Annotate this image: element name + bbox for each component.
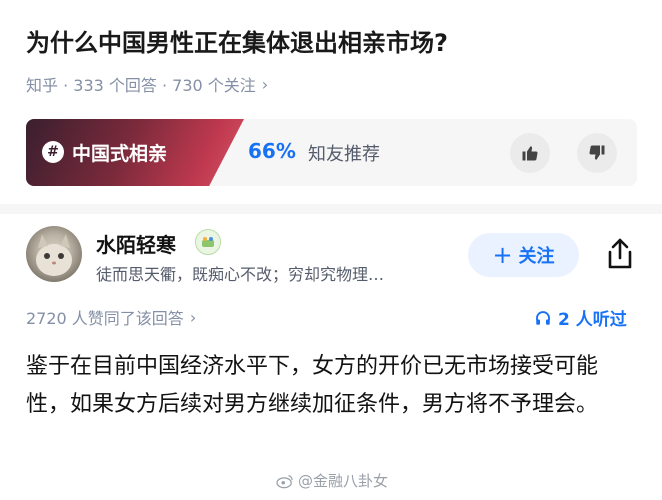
topic-name: 中国式相亲: [72, 143, 168, 165]
headphones-icon: [536, 310, 550, 325]
cat-avatar-image: [36, 234, 72, 276]
watermark: @金融八卦女: [276, 470, 388, 491]
downvote-button[interactable]: [577, 133, 617, 173]
upvote-count-text: 2720 人赞同了该回答: [26, 309, 184, 328]
watermark-text: @金融八卦女: [298, 472, 389, 490]
topic-chip[interactable]: # 中国式相亲: [26, 119, 244, 186]
avatar[interactable]: [26, 226, 82, 282]
question-title: 为什么中国男性正在集体退出相亲市场?: [26, 29, 448, 57]
chevron-right-icon: ›: [261, 74, 269, 94]
chevron-right-icon: ›: [189, 307, 197, 327]
section-divider: [0, 204, 662, 214]
author-name[interactable]: 水陌轻寒: [96, 229, 176, 258]
listen-count[interactable]: 2 人听过: [534, 305, 627, 330]
upvote-button[interactable]: [510, 133, 550, 173]
author-bio: 徒而思天衢，既痴心不改；穷却究物理…: [96, 265, 385, 284]
recommend-label: 知友推荐: [308, 144, 380, 165]
upvote-count[interactable]: 2720 人赞同了该回答 ›: [26, 305, 196, 329]
question-meta-text: 知乎 · 333 个回答 · 730 个关注: [26, 76, 256, 95]
plus-icon: +: [492, 241, 513, 269]
listen-count-text: 2 人听过: [558, 310, 627, 330]
share-icon[interactable]: [603, 236, 637, 272]
follow-label: 关注: [518, 246, 555, 267]
follow-button[interactable]: + 关注: [468, 233, 579, 277]
thumb-down-icon: [589, 145, 605, 160]
recommend-percentage: 66%: [248, 139, 296, 163]
hash-icon: #: [42, 141, 64, 163]
badge-graphic: [202, 237, 214, 247]
topic-card[interactable]: # 中国式相亲 66% 知友推荐: [26, 119, 637, 186]
author-badge-icon: [195, 229, 221, 255]
answer-body: 鉴于在目前中国经济水平下，女方的开价已无市场接受可能性，如果女方后续对男方继续加…: [26, 354, 599, 417]
question-meta[interactable]: 知乎 · 333 个回答 · 730 个关注 ›: [26, 72, 268, 96]
thumb-up-icon: [522, 146, 538, 161]
weibo-icon: [276, 474, 293, 488]
